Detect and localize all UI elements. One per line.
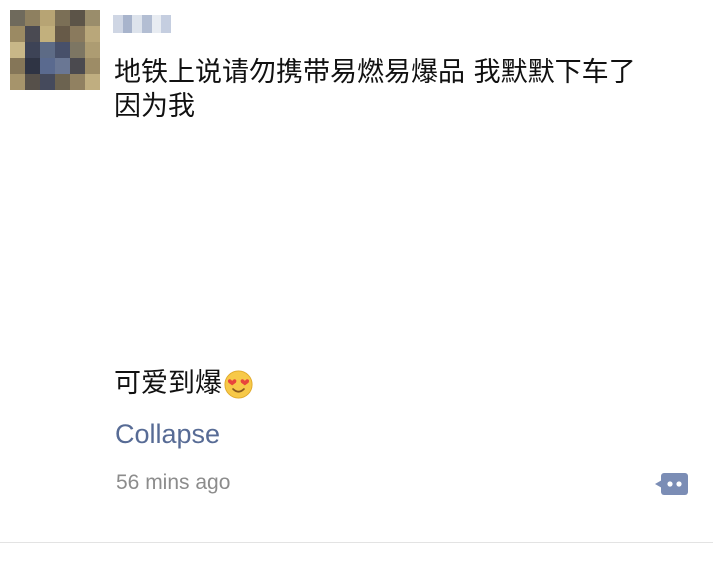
post-caption-line: 可爱到爆 [114, 367, 253, 401]
post-caption: 可爱到爆 [114, 368, 222, 399]
username-blurred[interactable] [113, 15, 172, 33]
comment-bubble-icon[interactable] [655, 471, 689, 499]
divider [0, 542, 713, 543]
post-text: 地铁上说请勿携带易燃易爆品 我默默下车了 因为我 [114, 57, 636, 122]
avatar[interactable] [10, 10, 100, 90]
post-timestamp: 56 mins ago [116, 471, 231, 494]
heart-eyes-emoji-icon [224, 369, 253, 399]
collapse-link[interactable]: Collapse [115, 419, 220, 450]
